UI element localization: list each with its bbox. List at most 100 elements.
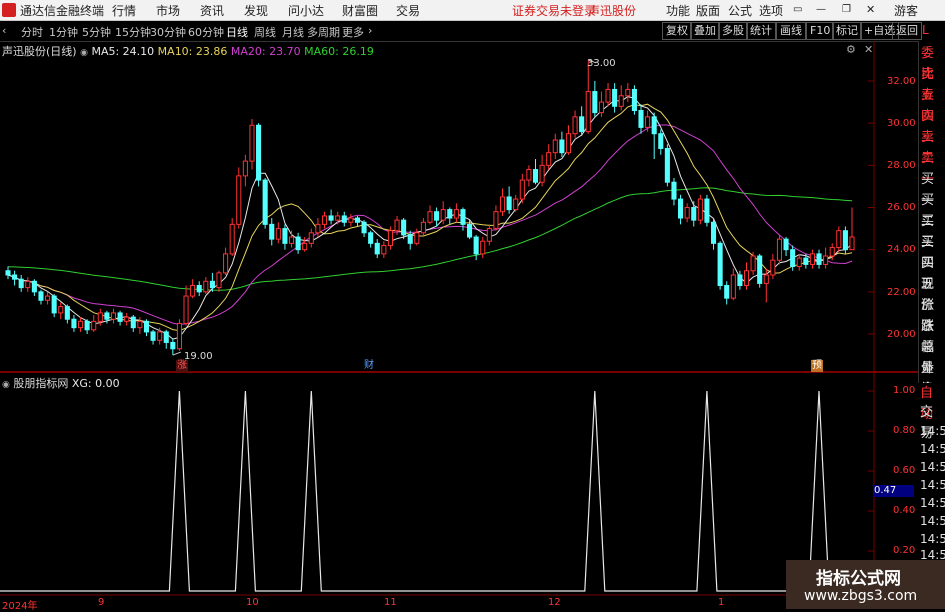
candle-body xyxy=(790,249,796,268)
candle-body xyxy=(803,257,809,265)
menu-layout[interactable]: 版面 xyxy=(696,2,720,19)
candle-body xyxy=(31,280,37,293)
menu-discover[interactable]: 发现 xyxy=(244,2,268,19)
legend-toggle-icon[interactable]: ◉ xyxy=(80,48,88,58)
candle-body xyxy=(5,270,11,276)
trade-login-status[interactable]: 证券交易未登录 xyxy=(512,2,596,19)
current-stock-title: 声迅股份 xyxy=(588,4,637,18)
price-tick: 30.00 xyxy=(887,118,916,129)
candle-series xyxy=(5,59,855,356)
period-15min[interactable]: 15分钟 xyxy=(115,24,151,40)
candle-body xyxy=(64,306,70,320)
more-chevron-icon[interactable]: › xyxy=(368,24,372,37)
candle-body xyxy=(236,175,242,225)
candle-body xyxy=(288,236,295,244)
period-monthly[interactable]: 月线 xyxy=(282,24,304,40)
candle-body xyxy=(117,312,123,322)
period-weekly[interactable]: 周线 xyxy=(254,24,276,40)
candle-body xyxy=(796,257,802,268)
candle-body xyxy=(467,223,473,238)
price-tick: 26.00 xyxy=(887,202,916,213)
candle-body xyxy=(97,312,103,322)
candle-body xyxy=(757,255,763,284)
kline-chart[interactable] xyxy=(0,41,918,609)
period-5min[interactable]: 5分钟 xyxy=(82,24,111,40)
btn-mark[interactable]: 标记 xyxy=(832,22,862,40)
candle-body xyxy=(71,318,77,329)
period-1min[interactable]: 1分钟 xyxy=(49,24,78,40)
btn-f10[interactable]: F10 xyxy=(806,22,835,40)
candle-body xyxy=(282,228,288,244)
candle-body xyxy=(229,223,235,255)
collapse-icon[interactable]: ‹ xyxy=(2,24,6,37)
candle-body xyxy=(473,236,479,255)
candle-body xyxy=(203,280,209,293)
app-title: 通达信金融终端 xyxy=(20,4,105,18)
candle-body xyxy=(579,116,585,133)
btn-overlay[interactable]: 叠加 xyxy=(690,22,720,40)
candle-body xyxy=(493,211,499,230)
candle-body xyxy=(420,221,426,234)
btn-multi-stock[interactable]: 多股 xyxy=(718,22,748,40)
candle-body xyxy=(381,244,387,255)
btn-stats[interactable]: 统计 xyxy=(746,22,776,40)
candle-body xyxy=(302,242,308,251)
candle-body xyxy=(783,238,789,251)
candle-body xyxy=(460,209,466,225)
candle-body xyxy=(836,230,842,249)
candle-body xyxy=(645,116,651,128)
candle-body xyxy=(170,341,176,350)
minimize-icon[interactable]: — xyxy=(816,4,826,15)
indicator-toggle-icon[interactable]: ◉ xyxy=(2,380,10,390)
menu-formula[interactable]: 公式 xyxy=(728,2,752,19)
menu-trade[interactable]: 交易 xyxy=(396,2,420,19)
indicator-name: 股朋指标网 xyxy=(13,377,69,390)
menu-options[interactable]: 选项 xyxy=(759,2,783,19)
close-icon[interactable]: ✕ xyxy=(866,3,875,16)
period-more[interactable]: 更多 xyxy=(342,24,364,40)
candle-body xyxy=(684,207,690,219)
marker-finance[interactable]: 财 xyxy=(363,360,375,372)
menu-ask[interactable]: 问小达 xyxy=(288,2,324,19)
period-multi[interactable]: 多周期 xyxy=(307,24,340,40)
candle-body xyxy=(91,320,97,331)
candle-body xyxy=(223,253,229,274)
btn-adjust[interactable]: 复权 xyxy=(662,22,692,40)
menu-quotes[interactable]: 行情 xyxy=(112,2,136,19)
candle-body xyxy=(368,232,374,244)
restore-icon[interactable]: ❐ xyxy=(842,4,851,15)
menu-news[interactable]: 资讯 xyxy=(200,2,224,19)
btn-back[interactable]: 返回 xyxy=(892,22,922,40)
menu-wealth[interactable]: 财富圈 xyxy=(342,2,378,19)
candle-body xyxy=(387,230,393,246)
candle-body xyxy=(295,236,301,251)
chart-close-icon[interactable]: ✕ xyxy=(864,43,873,56)
menu-icon[interactable]: ▭ xyxy=(793,4,802,15)
btn-draw[interactable]: 画线 xyxy=(776,22,806,40)
candle-body xyxy=(750,255,756,272)
date-label: 10 xyxy=(246,597,259,608)
candle-body xyxy=(183,295,189,324)
menu-function[interactable]: 功能 xyxy=(666,2,690,19)
candle-body xyxy=(539,164,545,183)
candle-body xyxy=(414,232,420,244)
candle-body xyxy=(704,198,710,223)
marker-forecast[interactable]: 预 xyxy=(811,360,823,372)
candle-body xyxy=(209,280,215,289)
candle-body xyxy=(328,215,334,221)
guest-label[interactable]: 游客 xyxy=(894,2,918,19)
period-30min[interactable]: 30分钟 xyxy=(150,24,186,40)
candle-body xyxy=(335,215,341,221)
period-intraday[interactable]: 分时 xyxy=(21,24,43,40)
candle-body xyxy=(526,169,532,181)
period-daily[interactable]: 日线 xyxy=(226,24,248,40)
candle-body xyxy=(486,228,492,242)
period-60min[interactable]: 60分钟 xyxy=(188,24,224,40)
marker-limit-up[interactable]: 涨 xyxy=(176,360,188,372)
ma20-label: MA20: 23.70 xyxy=(230,45,301,58)
chart-settings-icon[interactable]: ⚙ xyxy=(846,43,856,56)
candle-body xyxy=(631,88,637,112)
candle-body xyxy=(697,198,703,221)
candle-body xyxy=(434,211,440,221)
menu-market[interactable]: 市场 xyxy=(156,2,180,19)
